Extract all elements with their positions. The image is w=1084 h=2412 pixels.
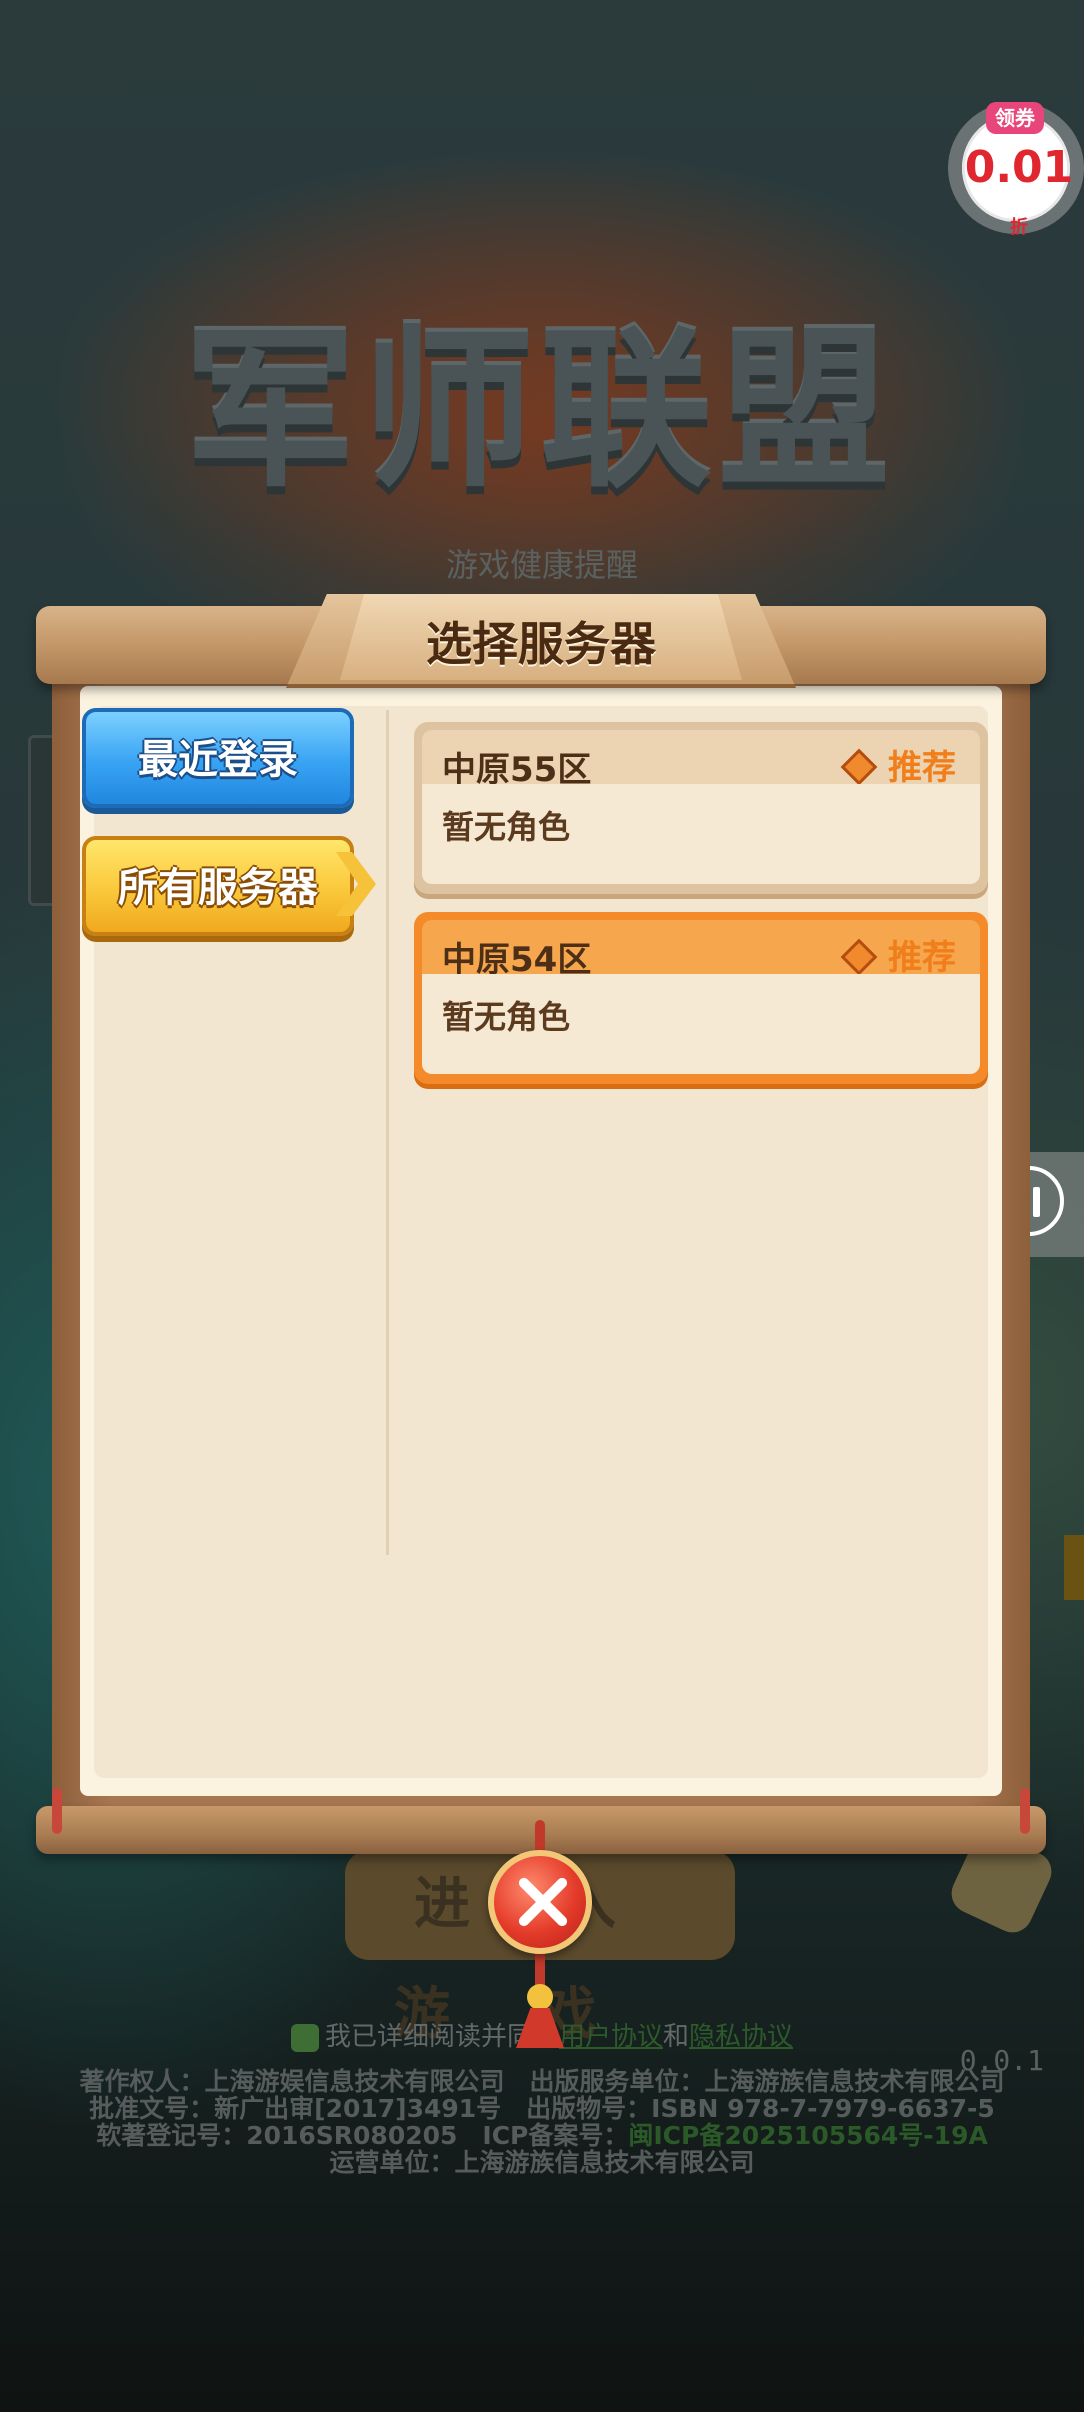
role-status: 暂无角色	[442, 808, 571, 846]
close-x-icon[interactable]	[488, 1850, 592, 1954]
panel-divider	[386, 710, 389, 1555]
diamond-icon	[840, 748, 878, 785]
decor-stripe	[1064, 1535, 1084, 1600]
role-status: 暂无角色	[442, 998, 571, 1036]
server-card-header: 中原55区 推荐	[422, 730, 980, 790]
health-notice: 游戏健康提醒	[445, 546, 638, 584]
coupon-value: 0.01折	[964, 142, 1074, 238]
dialog-title: 选择服务器	[426, 617, 656, 671]
user-agreement-link[interactable]: 用户协议	[559, 2022, 663, 2052]
server-card-body: 暂无角色	[422, 974, 980, 1074]
legal-line: 软著登记号：2016SR080205 ICP备案号：闽ICP备202510556…	[96, 2121, 988, 2150]
legal-line: 批准文号：新广出审[2017]3491号 出版物号：ISBN 978-7-797…	[89, 2094, 995, 2123]
legal-info: 著作权人：上海游娱信息技术有限公司 出版服务单位：上海游族信息技术有限公司 批准…	[0, 2068, 1084, 2176]
diamond-icon	[840, 938, 878, 975]
legal-line: 运营单位：上海游族信息技术有限公司	[329, 2148, 755, 2177]
game-logo-title: 军师联盟	[184, 310, 896, 511]
coupon-badge[interactable]: 领券 0.01折	[948, 102, 1084, 238]
tab-all-servers[interactable]: 所有服务器	[82, 836, 354, 936]
legal-line: 著作权人：上海游娱信息技术有限公司 出版服务单位：上海游族信息技术有限公司	[79, 2067, 1005, 2096]
tab-recent-login[interactable]: 最近登录	[82, 708, 354, 808]
server-card[interactable]: 中原55区 推荐 暂无角色	[414, 722, 988, 894]
agreement-checkbox[interactable]	[290, 2023, 319, 2052]
server-select-dialog: 选择服务器 最近登录 所有服务器 中原55区 推荐 暂无角色 中原54区 推荐 …	[36, 594, 1046, 1860]
recommend-badge: 推荐	[840, 740, 956, 789]
server-card-header: 中原54区 推荐	[422, 920, 980, 980]
scroll-pin-left	[52, 1788, 62, 1834]
icp-number: 闽ICP备2025105564号-19A	[628, 2121, 988, 2150]
scroll-pin-right	[1020, 1788, 1030, 1834]
close-bead	[527, 1984, 553, 2010]
server-card-selected[interactable]: 中原54区 推荐 暂无角色	[414, 912, 988, 1084]
coupon-tag: 领券	[986, 102, 1044, 134]
recommend-badge: 推荐	[840, 930, 956, 979]
privacy-agreement-link[interactable]: 隐私协议	[689, 2022, 793, 2052]
server-card-body: 暂无角色	[422, 784, 980, 884]
agreement-and: 和	[663, 2022, 690, 2052]
